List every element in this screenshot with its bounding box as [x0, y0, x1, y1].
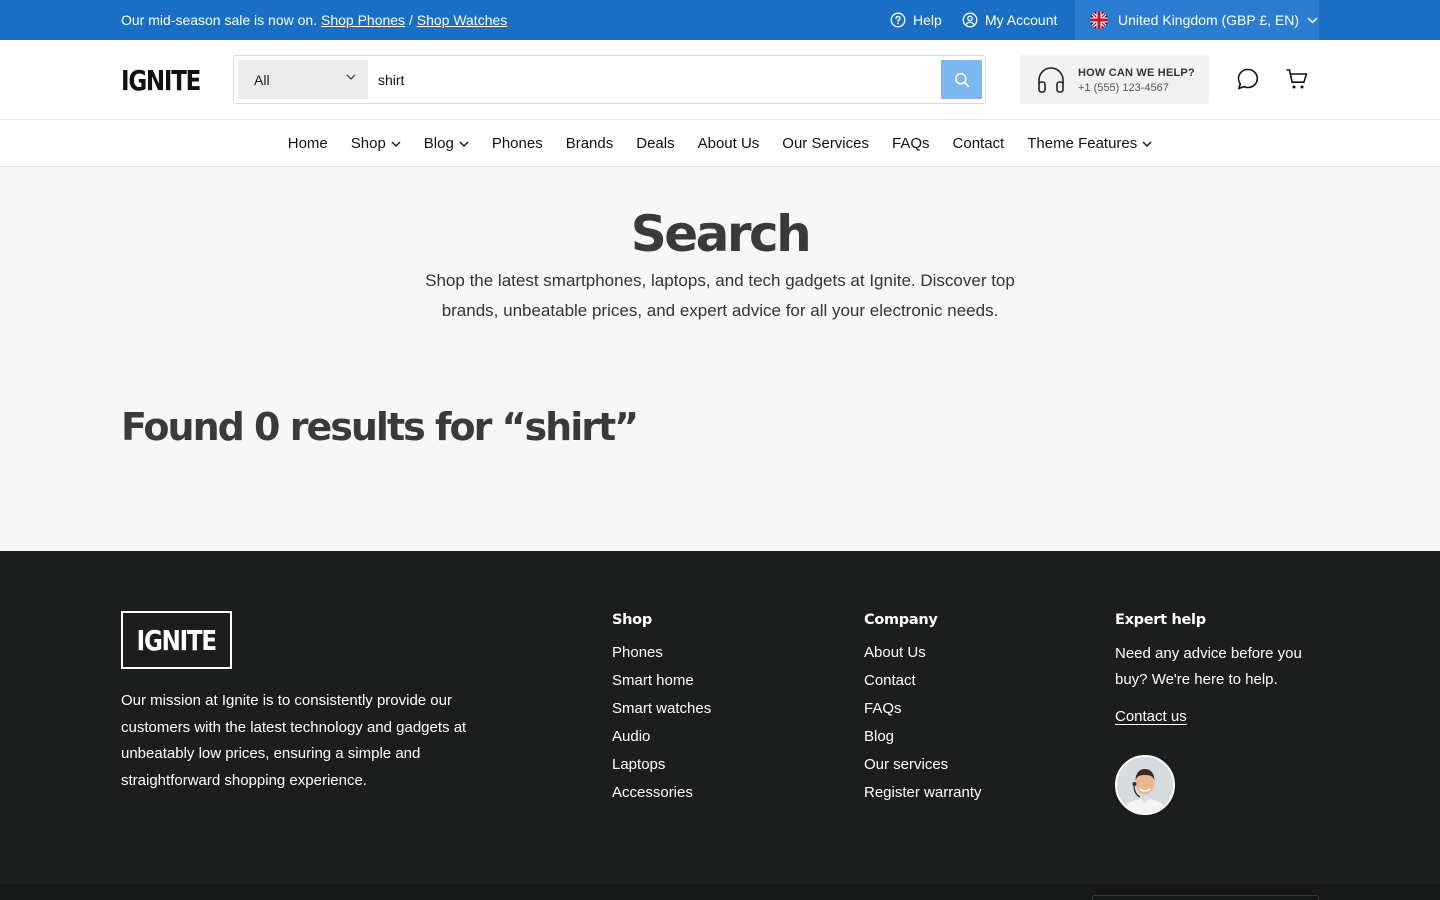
- footer-expert-heading: Expert help: [1115, 612, 1206, 628]
- footer-company-column: Company About Us Contact FAQs Blog Our s…: [864, 612, 982, 811]
- announcement-separator: /: [408, 12, 413, 28]
- footer-link-our-services[interactable]: Our services: [864, 755, 982, 783]
- help-icon: [890, 12, 906, 28]
- nav-item-phones[interactable]: Phones: [480, 135, 554, 152]
- search-input[interactable]: [378, 60, 938, 99]
- my-account-link[interactable]: My Account: [962, 12, 1057, 28]
- footer-link-register-warranty[interactable]: Register warranty: [864, 783, 982, 811]
- chat-button[interactable]: [1236, 67, 1260, 96]
- headphones-icon: [1038, 67, 1064, 93]
- footer-logo[interactable]: IGNITE: [121, 611, 232, 669]
- page-description: Shop the latest smartphones, laptops, an…: [425, 271, 1015, 320]
- help-title: HOW CAN WE HELP?: [1078, 67, 1195, 79]
- footer-link-blog[interactable]: Blog: [864, 727, 982, 755]
- nav-item-faqs[interactable]: FAQs: [881, 135, 942, 152]
- search-category-value: All: [254, 72, 270, 88]
- main-navigation: Home Shop Blog Phones Brands Deals About…: [0, 120, 1440, 167]
- footer-link-accessories[interactable]: Accessories: [612, 783, 711, 811]
- footer-contact-us-link[interactable]: Contact us: [1115, 708, 1187, 725]
- footer-expert-text: Need any advice before you buy? We're he…: [1115, 645, 1302, 688]
- nav-item-contact[interactable]: Contact: [941, 135, 1016, 152]
- uk-flag-icon: [1090, 11, 1108, 29]
- help-contact-box[interactable]: HOW CAN WE HELP? +1 (555) 123-4567: [1020, 55, 1209, 104]
- footer-link-smart-home[interactable]: Smart home: [612, 671, 711, 699]
- cart-icon: [1286, 69, 1308, 89]
- search-icon: [954, 72, 969, 87]
- shop-phones-link[interactable]: Shop Phones: [321, 12, 405, 28]
- footer-company-heading: Company: [864, 612, 938, 628]
- account-icon: [962, 12, 978, 28]
- help-label: Help: [913, 12, 942, 28]
- footer-expert-column: Expert help Need any advice before you b…: [1115, 612, 1315, 726]
- nav-item-brands[interactable]: Brands: [554, 135, 625, 152]
- footer-link-faqs[interactable]: FAQs: [864, 699, 982, 727]
- search-category-select[interactable]: All: [238, 60, 368, 99]
- site-logo[interactable]: IGNITE: [121, 64, 201, 97]
- chevron-down-icon: [346, 74, 356, 80]
- chat-icon: [1237, 68, 1259, 90]
- locale-label: United Kingdom (GBP £, EN): [1118, 12, 1300, 28]
- search-results-heading: Found 0 results for “shirt”: [121, 405, 639, 449]
- expert-avatar: [1115, 755, 1175, 815]
- chevron-down-icon: [1142, 141, 1152, 147]
- cart-button[interactable]: [1285, 67, 1309, 96]
- announcement-message: Our mid-season sale is now on. Shop Phon…: [121, 12, 507, 28]
- footer-link-audio[interactable]: Audio: [612, 727, 711, 755]
- nav-item-blog[interactable]: Blog: [412, 135, 480, 152]
- page-title: Search: [630, 205, 812, 263]
- locale-selector[interactable]: United Kingdom (GBP £, EN): [1075, 0, 1319, 40]
- footer-link-smart-watches[interactable]: Smart watches: [612, 699, 711, 727]
- footer-shop-heading: Shop: [612, 612, 652, 628]
- footer-link-phones[interactable]: Phones: [612, 643, 711, 671]
- chevron-down-icon: [1307, 16, 1318, 24]
- footer-mission: Our mission at Ignite is to consistently…: [121, 692, 467, 789]
- nav-item-deals[interactable]: Deals: [625, 135, 686, 152]
- nav-item-theme-features[interactable]: Theme Features: [1016, 135, 1164, 152]
- help-phone: +1 (555) 123-4567: [1078, 82, 1169, 94]
- nav-item-shop[interactable]: Shop: [339, 135, 412, 152]
- footer-link-laptops[interactable]: Laptops: [612, 755, 711, 783]
- search-button[interactable]: [941, 60, 982, 99]
- site-footer: IGNITE Our mission at Ignite is to consi…: [0, 551, 1440, 900]
- chevron-down-icon: [459, 141, 469, 147]
- site-header: IGNITE All HOW CAN WE HELP? +1 (555) 123…: [0, 40, 1440, 120]
- footer-bottom-box: [1092, 895, 1319, 900]
- footer-shop-column: Shop Phones Smart home Smart watches Aud…: [612, 612, 711, 811]
- announcement-bar: Our mid-season sale is now on. Shop Phon…: [0, 0, 1440, 40]
- search-bar: All: [233, 55, 986, 104]
- footer-link-contact[interactable]: Contact: [864, 671, 982, 699]
- footer-link-about-us[interactable]: About Us: [864, 643, 982, 671]
- announcement-text: Our mid-season sale is now on.: [121, 12, 318, 28]
- nav-item-about-us[interactable]: About Us: [686, 135, 771, 152]
- chevron-down-icon: [391, 141, 401, 147]
- help-link[interactable]: Help: [890, 12, 942, 28]
- nav-item-home[interactable]: Home: [276, 135, 339, 152]
- shop-watches-link[interactable]: Shop Watches: [417, 12, 508, 28]
- account-label: My Account: [985, 12, 1058, 28]
- nav-item-our-services[interactable]: Our Services: [771, 135, 881, 152]
